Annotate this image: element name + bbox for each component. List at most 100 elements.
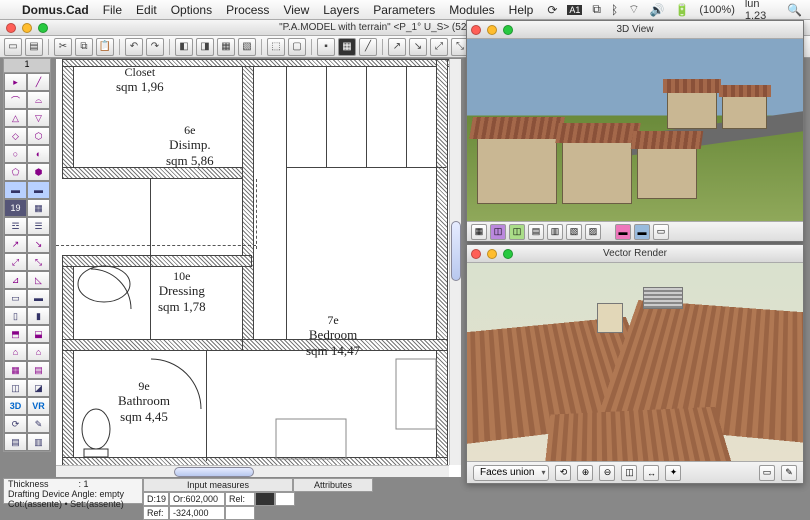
vr-btn-1[interactable]: ⟲ (555, 465, 571, 481)
tool-c[interactable]: ▦ (217, 38, 235, 56)
palette-l2[interactable]: ✎ (27, 415, 50, 433)
tool-open[interactable]: ▤ (25, 38, 43, 56)
d-field[interactable]: D:19 (143, 492, 169, 506)
volume-icon[interactable]: 🔊 (649, 3, 664, 17)
palette-a9[interactable]: ⬠ (4, 163, 27, 181)
vr-btn-4[interactable]: ◫ (621, 465, 637, 481)
tool-f[interactable]: ▢ (288, 38, 306, 56)
menu-process[interactable]: Process (226, 3, 269, 17)
vr-btn-7[interactable]: ▭ (759, 465, 775, 481)
plan-scroll-vertical[interactable] (449, 59, 461, 465)
3d-btn-1[interactable]: ▦ (471, 224, 487, 240)
vr-mode-dropdown[interactable]: Faces union (473, 465, 549, 481)
menu-layers[interactable]: Layers (323, 3, 359, 17)
menu-parameters[interactable]: Parameters (373, 3, 435, 17)
vr-btn-6[interactable]: ✦ (665, 465, 681, 481)
3d-btn-2[interactable]: ◫ (490, 224, 506, 240)
rel-field[interactable]: Rel: (225, 492, 255, 506)
3d-traffic[interactable] (471, 25, 513, 35)
palette-d1[interactable]: ↗ (4, 235, 27, 253)
tool-redo[interactable]: ↷ (146, 38, 164, 56)
tool-g[interactable]: ▪ (317, 38, 335, 56)
palette-g2[interactable]: ▮ (27, 307, 50, 325)
palette-j1[interactable]: ▦ (4, 361, 27, 379)
display-icon[interactable]: ⧉ (592, 2, 601, 17)
palette-sel-r[interactable]: ▬ (27, 181, 50, 199)
menu-file[interactable]: File (103, 3, 122, 17)
palette-3d[interactable]: 3D (4, 397, 27, 415)
tool-k[interactable]: ↘ (409, 38, 427, 56)
traffic-lights[interactable] (6, 23, 48, 33)
3d-btn-5[interactable]: ▥ (547, 224, 563, 240)
palette-c2[interactable]: ☰ (27, 217, 50, 235)
tool-e[interactable]: ⬚ (267, 38, 285, 56)
palette-m1[interactable]: ▤ (4, 433, 27, 451)
ref-field[interactable]: Ref: (143, 506, 169, 520)
vr-traffic[interactable] (471, 249, 513, 259)
palette-a1[interactable]: ⌒ (4, 91, 27, 109)
3d-btn-3[interactable]: ◫ (509, 224, 525, 240)
plan-canvas[interactable]: Closetsqm 1,96 6eDisimp.sqm 5,86 10eDres… (56, 59, 449, 465)
menu-modules[interactable]: Modules (449, 3, 494, 17)
palette-k2[interactable]: ◪ (27, 379, 50, 397)
wifi-icon[interactable]: ⌔ (628, 2, 639, 17)
sync-icon[interactable]: ⟳ (547, 3, 557, 17)
palette-g1[interactable]: ▯ (4, 307, 27, 325)
tool-i[interactable]: ╱ (359, 38, 377, 56)
menu-options[interactable]: Options (171, 3, 212, 17)
palette-arrow[interactable]: ▸ (4, 73, 27, 91)
palette-f2[interactable]: ▬ (27, 289, 50, 307)
vr-btn-8[interactable]: ✎ (781, 465, 797, 481)
tool-paste[interactable]: 📋 (96, 38, 114, 56)
palette-d3[interactable]: ⤢ (4, 253, 27, 271)
palette-a10[interactable]: ⬢ (27, 163, 50, 181)
palette-a5[interactable]: ◇ (4, 127, 27, 145)
palette-k1[interactable]: ◫ (4, 379, 27, 397)
vr-btn-3[interactable]: ⊖ (599, 465, 615, 481)
palette-j2[interactable]: ▤ (27, 361, 50, 379)
palette-d2[interactable]: ↘ (27, 235, 50, 253)
tool-j[interactable]: ↗ (388, 38, 406, 56)
palette-f1[interactable]: ▭ (4, 289, 27, 307)
3d-btn-4[interactable]: ▤ (528, 224, 544, 240)
3d-btn-9[interactable]: ▬ (634, 224, 650, 240)
palette-h2[interactable]: ⬓ (27, 325, 50, 343)
tool-copy[interactable]: ⧉ (75, 38, 93, 56)
palette-l1[interactable]: ⟳ (4, 415, 27, 433)
adobe-icon[interactable]: A1 (567, 5, 582, 15)
palette-a6[interactable]: ⬡ (27, 127, 50, 145)
palette-e2[interactable]: ◺ (27, 271, 50, 289)
3d-btn-6[interactable]: ▧ (566, 224, 582, 240)
3d-btn-10[interactable]: ▭ (653, 224, 669, 240)
palette-a4[interactable]: ▽ (27, 109, 50, 127)
spotlight-icon[interactable]: 🔍 (787, 3, 802, 17)
palette-a7[interactable]: ○ (4, 145, 27, 163)
palette-line[interactable]: ╱ (27, 73, 50, 91)
tool-undo[interactable]: ↶ (125, 38, 143, 56)
tool-b[interactable]: ◨ (196, 38, 214, 56)
palette-i1[interactable]: ⌂ (4, 343, 27, 361)
vr-viewport[interactable] (467, 263, 803, 461)
or2-field[interactable]: -324,000 (169, 506, 225, 520)
tool-a[interactable]: ◧ (175, 38, 193, 56)
palette-a2[interactable]: ⌓ (27, 91, 50, 109)
palette-a3[interactable]: △ (4, 109, 27, 127)
tool-d[interactable]: ▧ (238, 38, 256, 56)
palette-b1[interactable]: 19 (4, 199, 27, 217)
palette-c1[interactable]: ☲ (4, 217, 27, 235)
palette-d4[interactable]: ⤡ (27, 253, 50, 271)
palette-b2[interactable]: ▦ (27, 199, 50, 217)
palette-e1[interactable]: ⊿ (4, 271, 27, 289)
3d-btn-7[interactable]: ▨ (585, 224, 601, 240)
menu-view[interactable]: View (283, 3, 309, 17)
tool-new[interactable]: ▭ (4, 38, 22, 56)
palette-vr[interactable]: VR (27, 397, 50, 415)
vr-btn-5[interactable]: ↔ (643, 465, 659, 481)
tool-l[interactable]: ⤢ (430, 38, 448, 56)
app-name[interactable]: Domus.Cad (22, 3, 89, 17)
tool-h[interactable]: ▦ (338, 38, 356, 56)
vr-btn-2[interactable]: ⊕ (577, 465, 593, 481)
3d-viewport[interactable] (467, 39, 803, 221)
palette-m2[interactable]: ▥ (27, 433, 50, 451)
palette-i2[interactable]: ⌂ (27, 343, 50, 361)
